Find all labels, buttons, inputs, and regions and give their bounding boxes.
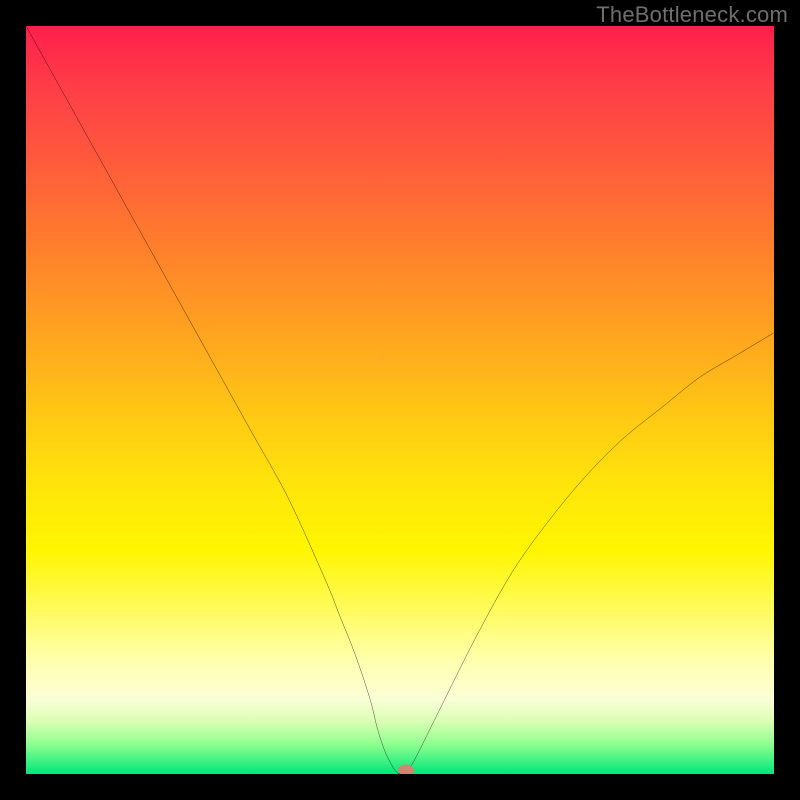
watermark-text: TheBottleneck.com bbox=[596, 2, 788, 28]
optimal-point-marker bbox=[398, 765, 414, 774]
chart-frame: TheBottleneck.com bbox=[0, 0, 800, 800]
plot-area bbox=[26, 26, 774, 774]
bottleneck-curve bbox=[26, 26, 774, 774]
